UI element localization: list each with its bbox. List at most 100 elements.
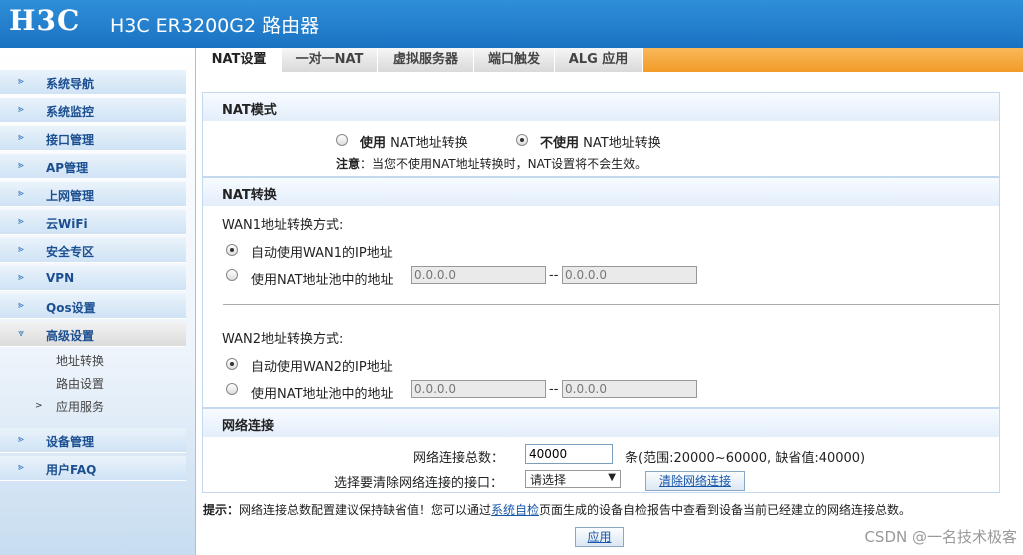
range-hint: 条(范围:20000~60000, 缺省值:40000) bbox=[625, 451, 866, 466]
sidebar-item-label: 上网管理 bbox=[46, 189, 95, 203]
tab-port-trigger[interactable]: 端口触发 bbox=[474, 48, 555, 72]
wan2-auto-radio[interactable] bbox=[226, 358, 238, 370]
sidebar-item-security[interactable]: ⪢ 安全专区 bbox=[0, 238, 186, 263]
wan2-pool-radio[interactable] bbox=[226, 383, 238, 395]
watermark: CSDN @一名技术极客 bbox=[864, 528, 1017, 546]
wan1-auto-radio[interactable] bbox=[226, 244, 238, 256]
sidebar-item-vpn[interactable]: ⪢ VPN bbox=[0, 266, 186, 291]
total-connections-label: 网络连接总数： bbox=[413, 451, 505, 466]
expand-arrow-icon: ⪢ bbox=[18, 434, 24, 445]
self-check-link[interactable]: 系统自检 bbox=[491, 503, 539, 517]
sidebar-item-label: 系统导航 bbox=[46, 77, 95, 91]
sidebar-item-qos[interactable]: ⪢ Qos设置 bbox=[0, 294, 186, 319]
sidebar-item-interface-mgmt[interactable]: ⪢ 接口管理 bbox=[0, 126, 186, 151]
use-nat-rest: NAT地址转换 bbox=[390, 136, 468, 151]
nat-mode-note: 注意：当您不使用NAT地址转换时，NAT设置将不会生效。 bbox=[336, 155, 647, 172]
sidebar-item-label: 设备管理 bbox=[46, 435, 95, 449]
wan2-pool-start-input[interactable] bbox=[411, 380, 546, 398]
expand-arrow-icon: ⪢ bbox=[18, 244, 24, 255]
not-use-nat-rest: NAT地址转换 bbox=[583, 136, 661, 151]
wan1-mode-label: WAN1地址转换方式: bbox=[222, 218, 344, 233]
tab-alg[interactable]: ALG 应用 bbox=[555, 48, 643, 72]
sidebar-item-ap-mgmt[interactable]: ⪢ AP管理 bbox=[0, 154, 186, 179]
expand-arrow-icon: ⪢ bbox=[18, 272, 24, 283]
current-item-arrow-icon: > bbox=[35, 401, 43, 411]
expand-arrow-icon: ⪢ bbox=[18, 300, 24, 311]
main-content: NAT模式 使用 NAT地址转换 不使用 NAT地址转换 注意：当您不使用NAT… bbox=[200, 72, 1023, 555]
sidebar-item-label: 接口管理 bbox=[46, 133, 95, 147]
sidebar: ⪢ 系统导航 ⪢ 系统监控 ⪢ 接口管理 ⪢ AP管理 ⪢ 上网管理 ⪢ 云Wi… bbox=[0, 48, 196, 555]
sidebar-item-faq[interactable]: ⪢ 用户FAQ bbox=[0, 456, 186, 481]
sidebar-item-advanced[interactable]: ⪢ 高级设置 bbox=[0, 322, 186, 347]
clear-connections-button[interactable]: 清除网络连接 bbox=[645, 471, 745, 491]
sidebar-item-label: 高级设置 bbox=[46, 329, 95, 343]
sidebar-item-system-nav[interactable]: ⪢ 系统导航 bbox=[0, 70, 186, 95]
sidebar-item-label: VPN bbox=[46, 271, 75, 285]
sidebar-item-label: AP管理 bbox=[46, 161, 89, 175]
sidebar-subitem-nat[interactable]: 地址转换 bbox=[56, 352, 104, 369]
section-divider bbox=[223, 304, 999, 305]
sidebar-subitem-routing[interactable]: 路由设置 bbox=[56, 375, 104, 392]
collapse-arrow-icon: ⪢ bbox=[15, 330, 27, 337]
sidebar-item-system-monitor[interactable]: ⪢ 系统监控 bbox=[0, 98, 186, 123]
expand-arrow-icon: ⪢ bbox=[18, 188, 24, 199]
interface-select[interactable]: 请选择 ▼ bbox=[525, 470, 621, 488]
wan2-pool-label: 使用NAT地址池中的地址 bbox=[251, 387, 394, 402]
clear-interface-label: 选择要清除网络连接的接口： bbox=[334, 476, 504, 491]
select-value: 请选择 bbox=[530, 473, 567, 487]
wan1-pool-end-input[interactable] bbox=[562, 266, 697, 284]
note-bold: 注意 bbox=[336, 157, 361, 171]
tip-text: 提示：网络连接总数配置建议保持缺省值！您可以通过系统自检页面生成的设备自检报告中… bbox=[203, 501, 911, 518]
h3c-logo: H3C bbox=[9, 4, 81, 37]
wan1-pool-start-input[interactable] bbox=[411, 266, 546, 284]
nat-convert-header: NAT转换 bbox=[202, 177, 1000, 207]
expand-arrow-icon: ⪢ bbox=[18, 216, 24, 227]
note-text: ：当您不使用NAT地址转换时，NAT设置将不会生效。 bbox=[360, 157, 648, 171]
sidebar-item-internet-mgmt[interactable]: ⪢ 上网管理 bbox=[0, 182, 186, 207]
total-connections-input[interactable] bbox=[525, 444, 613, 464]
tab-bar: NAT设置 一对一NAT 虚拟服务器 端口触发 ALG 应用 bbox=[197, 48, 1023, 72]
sidebar-item-device-mgmt[interactable]: ⪢ 设备管理 bbox=[0, 428, 186, 453]
wan1-pool-radio[interactable] bbox=[226, 269, 238, 281]
network-body: 网络连接总数： 条(范围:20000~60000, 缺省值:40000) 选择要… bbox=[202, 437, 1000, 493]
wan2-auto-label: 自动使用WAN2的IP地址 bbox=[251, 360, 393, 375]
range-separator: -- bbox=[549, 268, 559, 283]
wan1-auto-label: 自动使用WAN1的IP地址 bbox=[251, 246, 393, 261]
range-separator: -- bbox=[549, 382, 559, 397]
nat-mode-header: NAT模式 bbox=[202, 92, 1000, 122]
expand-arrow-icon: ⪢ bbox=[18, 132, 24, 143]
nat-mode-body: 使用 NAT地址转换 不使用 NAT地址转换 注意：当您不使用NAT地址转换时，… bbox=[202, 121, 1000, 177]
tip-before: 网络连接总数配置建议保持缺省值！您可以通过 bbox=[239, 503, 492, 517]
expand-arrow-icon: ⪢ bbox=[18, 104, 24, 115]
sidebar-item-label: 安全专区 bbox=[46, 245, 95, 259]
not-use-nat-label: 不使用 NAT地址转换 bbox=[540, 132, 661, 151]
tip-after: 页面生成的设备自检报告中查看到设备当前已经建立的网络连接总数。 bbox=[539, 503, 912, 517]
sidebar-item-label: 用户FAQ bbox=[46, 463, 97, 477]
nat-convert-body: WAN1地址转换方式: 自动使用WAN1的IP地址 使用NAT地址池中的地址 -… bbox=[202, 206, 1000, 408]
section-title: 网络连接 bbox=[222, 419, 275, 434]
network-header: 网络连接 bbox=[202, 408, 1000, 438]
use-nat-label: 使用 NAT地址转换 bbox=[360, 132, 468, 151]
sidebar-subitem-app-service[interactable]: 应用服务 bbox=[56, 398, 104, 415]
sidebar-item-label: 云WiFi bbox=[46, 217, 88, 231]
tab-one-to-one-nat[interactable]: 一对一NAT bbox=[282, 48, 378, 72]
sidebar-item-label: 系统监控 bbox=[46, 105, 95, 119]
not-use-nat-radio[interactable] bbox=[516, 134, 528, 146]
use-nat-bold: 使用 bbox=[360, 136, 387, 151]
apply-button[interactable]: 应用 bbox=[575, 527, 624, 547]
tab-nat-settings[interactable]: NAT设置 bbox=[197, 48, 282, 72]
wan1-pool-label: 使用NAT地址池中的地址 bbox=[251, 273, 394, 288]
app-title: H3C ER3200G2 路由器 bbox=[110, 15, 320, 37]
sidebar-item-cloud-wifi[interactable]: ⪢ 云WiFi bbox=[0, 210, 186, 235]
wan2-mode-label: WAN2地址转换方式: bbox=[222, 332, 344, 347]
expand-arrow-icon: ⪢ bbox=[18, 462, 24, 473]
app-header: H3C H3C ER3200G2 路由器 bbox=[0, 0, 1023, 48]
section-title: NAT转换 bbox=[222, 188, 277, 203]
tab-virtual-server[interactable]: 虚拟服务器 bbox=[378, 48, 474, 72]
dropdown-arrow-icon: ▼ bbox=[608, 472, 616, 483]
wan2-pool-end-input[interactable] bbox=[562, 380, 697, 398]
not-use-nat-bold: 不使用 bbox=[540, 136, 580, 151]
expand-arrow-icon: ⪢ bbox=[18, 76, 24, 87]
use-nat-radio[interactable] bbox=[336, 134, 348, 146]
sidebar-item-label: Qos设置 bbox=[46, 301, 96, 315]
